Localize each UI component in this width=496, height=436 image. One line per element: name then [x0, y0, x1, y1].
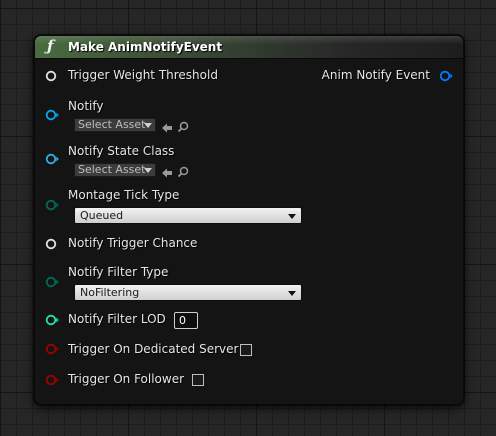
chevron-down-icon: [144, 123, 152, 128]
notify-asset-value: Select Asset: [78, 118, 146, 131]
trigger-on-follower-checkbox[interactable]: [192, 374, 204, 386]
class-pin-icon: [45, 153, 59, 165]
notify-trigger-chance-label: Notify Trigger Chance: [68, 236, 198, 250]
chevron-down-icon: [288, 214, 296, 219]
node-title: Make AnimNotifyEvent: [68, 40, 223, 54]
enum-pin-icon: [45, 276, 59, 288]
bool-pin-icon: [45, 343, 59, 355]
float-pin-icon: [45, 70, 57, 82]
struct-pin-icon: [439, 70, 453, 82]
montage-tick-type-dropdown[interactable]: Queued: [74, 207, 302, 224]
trigger-weight-threshold-label: Trigger Weight Threshold: [68, 68, 218, 82]
anim-notify-event-label: Anim Notify Event: [321, 68, 430, 82]
trigger-on-dedicated-server-label: Trigger On Dedicated Server: [68, 342, 239, 356]
anim-notify-event-output-pin[interactable]: [439, 70, 453, 82]
function-icon: ƒ: [47, 37, 54, 55]
browse-class-search-icon[interactable]: [177, 163, 189, 178]
notify-filter-type-pin[interactable]: [45, 276, 59, 288]
montage-tick-type-pin[interactable]: [45, 199, 59, 211]
notify-state-class-picker[interactable]: Select Asset: [74, 163, 156, 177]
chevron-down-icon: [288, 291, 296, 296]
chevron-down-icon: [144, 168, 152, 173]
montage-tick-type-label: Montage Tick Type: [68, 188, 180, 202]
use-selected-class-arrow-icon[interactable]: [161, 164, 173, 178]
notify-filter-lod-label: Notify Filter LOD: [68, 312, 166, 326]
browse-asset-search-icon[interactable]: [177, 118, 189, 133]
object-pin-icon: [45, 109, 59, 121]
notify-state-class-label: Notify State Class: [68, 144, 175, 158]
trigger-on-follower-label: Trigger On Follower: [68, 372, 185, 386]
node-header[interactable]: ƒ Make AnimNotifyEvent: [35, 36, 463, 59]
notify-label: Notify: [68, 99, 104, 113]
enum-pin-icon: [45, 199, 59, 211]
float-pin-icon: [45, 238, 57, 250]
use-selected-asset-arrow-icon[interactable]: [161, 119, 173, 133]
notify-filter-type-value: NoFiltering: [80, 286, 140, 299]
notify-filter-type-dropdown[interactable]: NoFiltering: [74, 284, 302, 301]
notify-asset-picker[interactable]: Select Asset: [74, 118, 156, 132]
make-animnotifyevent-node[interactable]: ƒ Make AnimNotifyEvent Trigger Weight Th…: [34, 35, 464, 405]
trigger-weight-threshold-pin[interactable]: [45, 70, 57, 82]
montage-tick-type-value: Queued: [80, 209, 124, 222]
notify-state-class-value: Select Asset: [78, 163, 146, 176]
trigger-on-follower-pin[interactable]: [45, 374, 59, 386]
notify-filter-type-label: Notify Filter Type: [68, 265, 169, 279]
bool-pin-icon: [45, 374, 59, 386]
notify-filter-lod-input[interactable]: 0: [174, 312, 198, 329]
trigger-on-dedicated-server-pin[interactable]: [45, 343, 59, 355]
notify-state-class-pin[interactable]: [45, 153, 59, 165]
notify-trigger-chance-pin[interactable]: [45, 238, 57, 250]
notify-pin[interactable]: [45, 109, 59, 121]
notify-filter-lod-pin[interactable]: [45, 314, 59, 326]
int-pin-icon: [45, 314, 59, 326]
trigger-on-dedicated-server-checkbox[interactable]: [240, 344, 252, 356]
